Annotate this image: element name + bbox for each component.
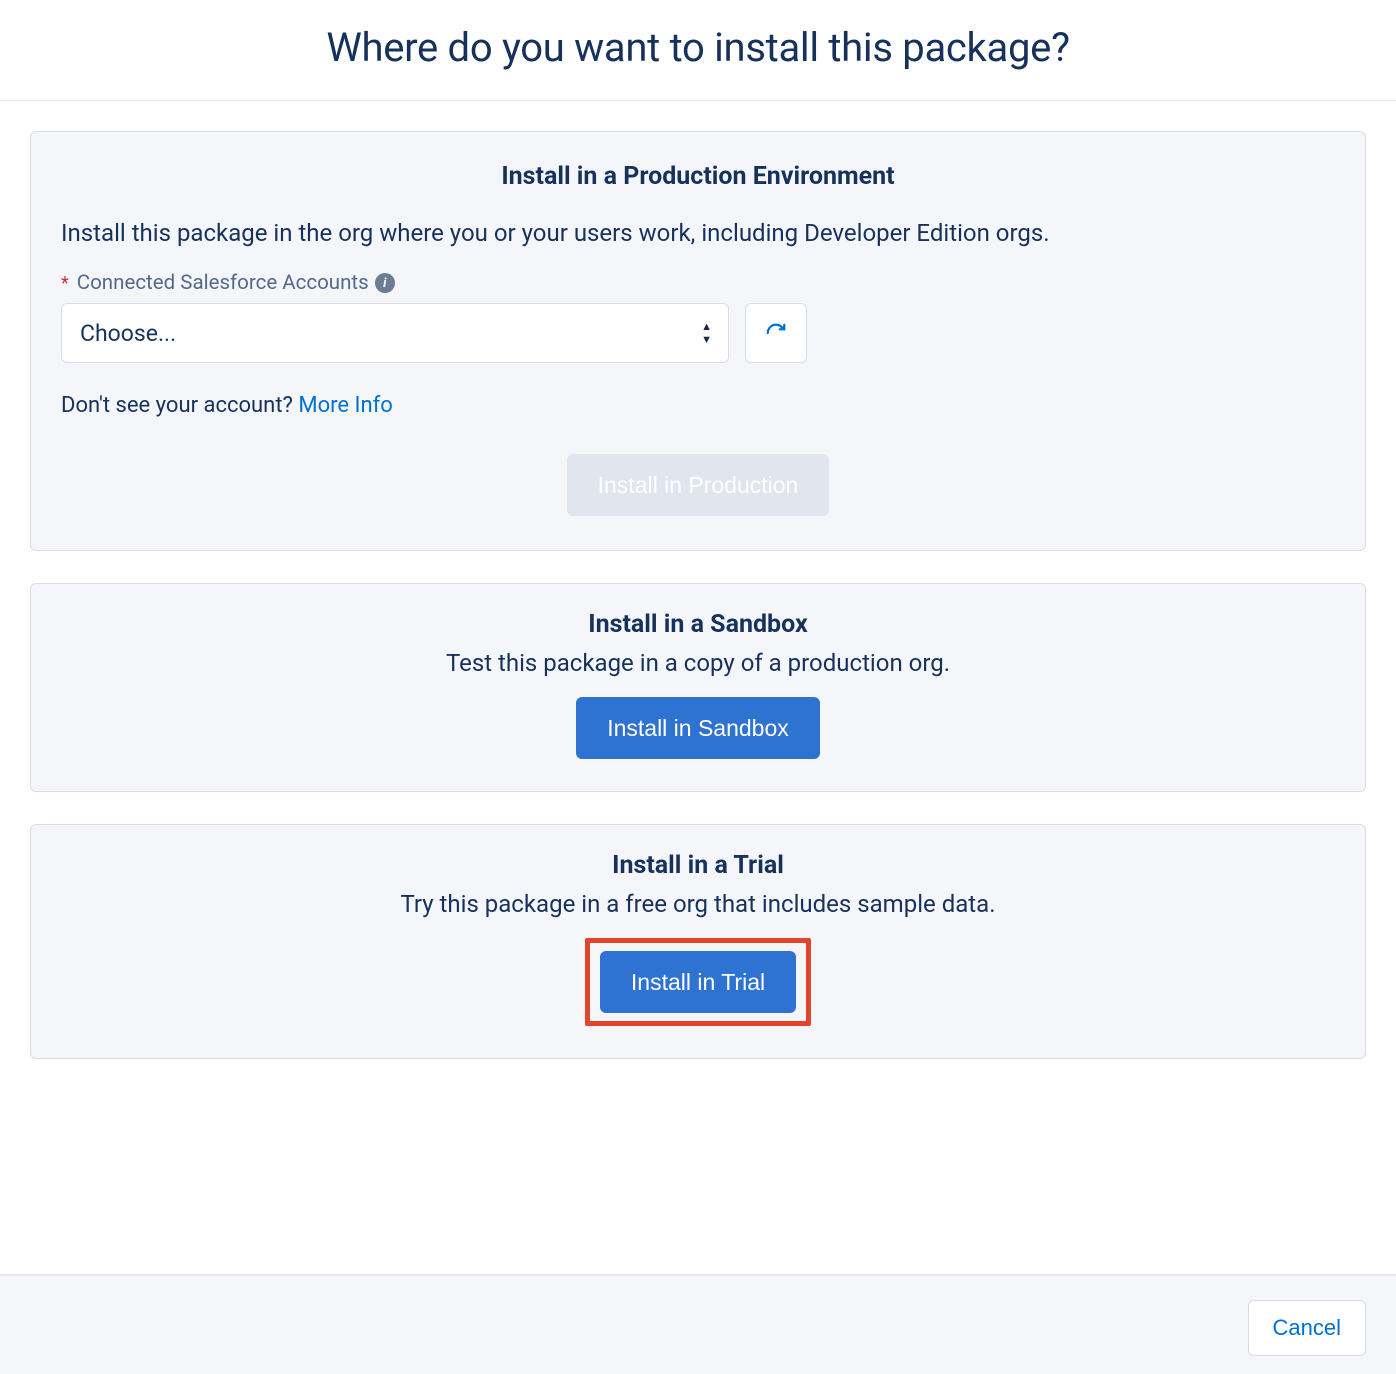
install-trial-button[interactable]: Install in Trial — [600, 951, 796, 1013]
sandbox-description: Test this package in a copy of a product… — [61, 649, 1335, 677]
trial-highlight-frame: Install in Trial — [585, 938, 811, 1026]
refresh-icon — [765, 322, 787, 344]
helper-row: Don't see your account? More Info — [61, 393, 1335, 418]
dialog-content: Install in a Production Environment Inst… — [0, 101, 1396, 1274]
production-panel: Install in a Production Environment Inst… — [30, 131, 1366, 551]
cancel-button[interactable]: Cancel — [1248, 1300, 1366, 1356]
production-title: Install in a Production Environment — [61, 162, 1335, 191]
refresh-accounts-button[interactable] — [745, 303, 807, 363]
sandbox-title: Install in a Sandbox — [61, 610, 1335, 639]
install-production-button[interactable]: Install in Production — [567, 454, 830, 516]
trial-title: Install in a Trial — [61, 851, 1335, 880]
info-icon[interactable]: i — [375, 273, 395, 293]
select-chevrons-icon: ▲▼ — [701, 321, 712, 345]
connected-accounts-label: * Connected Salesforce Accounts i — [61, 271, 1335, 295]
dialog-footer: Cancel — [0, 1274, 1396, 1374]
dialog-title: Where do you want to install this packag… — [0, 24, 1396, 71]
connected-accounts-field: * Connected Salesforce Accounts i Choose… — [61, 271, 1335, 363]
required-indicator: * — [61, 273, 69, 294]
production-description: Install this package in the org where yo… — [61, 219, 1335, 247]
trial-description: Try this package in a free org that incl… — [61, 890, 1335, 918]
connected-accounts-select[interactable]: Choose... ▲▼ — [61, 303, 729, 363]
production-button-row: Install in Production — [61, 454, 1335, 516]
install-sandbox-button[interactable]: Install in Sandbox — [576, 697, 820, 759]
more-info-link[interactable]: More Info — [298, 393, 392, 418]
trial-panel: Install in a Trial Try this package in a… — [30, 824, 1366, 1059]
helper-text: Don't see your account? — [61, 393, 298, 418]
install-package-dialog: Where do you want to install this packag… — [0, 0, 1396, 1374]
trial-button-row: Install in Trial — [61, 938, 1335, 1026]
dialog-header: Where do you want to install this packag… — [0, 0, 1396, 100]
sandbox-button-row: Install in Sandbox — [61, 697, 1335, 759]
connected-accounts-select-value: Choose... — [80, 320, 176, 347]
connected-accounts-row: Choose... ▲▼ — [61, 303, 1335, 363]
sandbox-panel: Install in a Sandbox Test this package i… — [30, 583, 1366, 792]
connected-accounts-label-text: Connected Salesforce Accounts — [77, 271, 369, 295]
